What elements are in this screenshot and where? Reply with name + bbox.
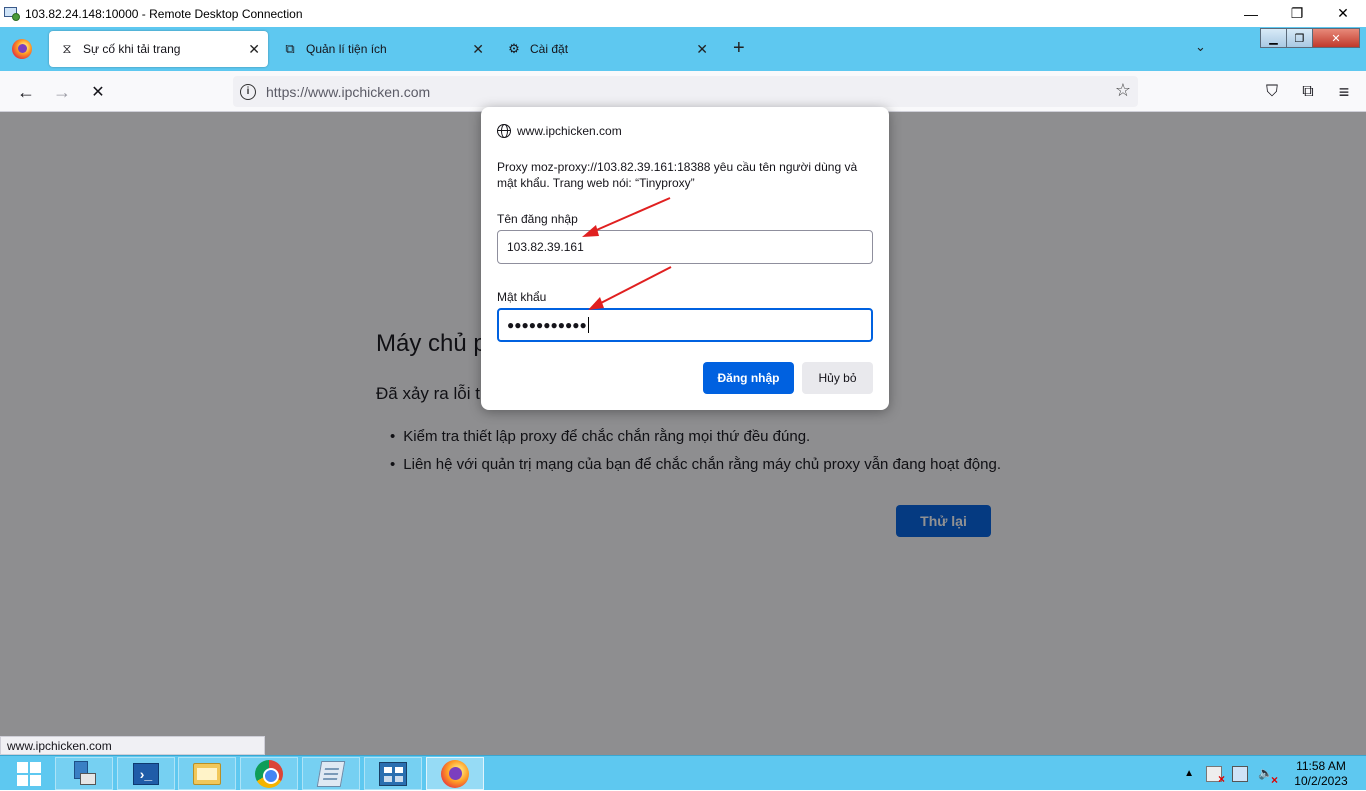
tab-label: Cài đặt bbox=[530, 42, 569, 56]
guest-window-controls: ▁ ❐ ✕ bbox=[1260, 28, 1360, 48]
username-value: 103.82.39.161 bbox=[507, 240, 584, 254]
clock-time: 11:58 AM bbox=[1296, 758, 1346, 773]
text-caret bbox=[587, 317, 589, 333]
password-label: Mật khẩu bbox=[497, 290, 547, 304]
windows-logo-icon bbox=[17, 761, 41, 786]
cancel-button[interactable]: Hủy bỏ bbox=[802, 362, 873, 394]
tab-label: Sự cố khi tải trang bbox=[83, 42, 181, 56]
rdp-close-button[interactable]: ✕ bbox=[1320, 0, 1366, 27]
tab-close-icon[interactable]: ✕ bbox=[696, 41, 708, 58]
tab-close-icon[interactable]: ✕ bbox=[248, 41, 260, 58]
taskbar-control-panel[interactable] bbox=[364, 757, 422, 790]
menu-icon[interactable]: ≡ bbox=[1331, 79, 1357, 105]
folder-icon bbox=[193, 762, 221, 785]
tab-strip: ⧖ Sự cố khi tải trang ✕ ⧉ Quản lí tiện í… bbox=[0, 27, 1366, 71]
proxy-auth-dialog: www.ipchicken.com Proxy moz-proxy://103.… bbox=[481, 107, 889, 410]
navigation-toolbar: ← → ✕ i https://www.ipchicken.com ☆ ⛉ ⧉ … bbox=[0, 71, 1366, 112]
site-info-icon[interactable]: i bbox=[240, 83, 256, 100]
tab-close-icon[interactable]: ✕ bbox=[472, 41, 484, 58]
remote-desktop-icon bbox=[4, 6, 20, 21]
firefox-icon bbox=[441, 759, 469, 788]
new-tab-button[interactable]: + bbox=[733, 37, 745, 60]
username-label: Tên đăng nhập bbox=[497, 212, 578, 226]
system-tray: ▲ 11:58 AM 10/2/2023 bbox=[1184, 756, 1366, 791]
status-link-preview: www.ipchicken.com bbox=[0, 736, 265, 755]
dialog-host: www.ipchicken.com bbox=[497, 124, 622, 138]
taskbar-server-manager[interactable] bbox=[55, 757, 113, 790]
firefox-view-icon[interactable] bbox=[12, 39, 32, 59]
powershell-icon: ›_ bbox=[133, 762, 159, 785]
guest-minimize-button[interactable]: ▁ bbox=[1261, 29, 1287, 47]
volume-muted-icon[interactable] bbox=[1258, 766, 1278, 787]
taskbar-file-explorer[interactable] bbox=[178, 757, 236, 790]
pocket-icon[interactable]: ⛉ bbox=[1259, 79, 1285, 105]
chrome-icon bbox=[255, 759, 283, 788]
server-manager-icon bbox=[72, 760, 96, 787]
dialog-message: Proxy moz-proxy://103.82.39.161:18388 yê… bbox=[497, 160, 858, 190]
taskbar: ›_ ▲ 11:58 AM 10/2/2023 bbox=[0, 755, 1366, 790]
notepad-icon bbox=[316, 760, 346, 787]
password-masked-value: ●●●●●●●●●●● bbox=[507, 318, 587, 332]
tab-addons-manager[interactable]: ⧉ Quản lí tiện ích ✕ bbox=[274, 31, 492, 67]
taskbar-chrome[interactable] bbox=[240, 757, 298, 790]
username-input[interactable]: 103.82.39.161 bbox=[497, 230, 873, 264]
network-icon[interactable] bbox=[1232, 765, 1248, 782]
control-panel-icon bbox=[379, 761, 407, 786]
url-text[interactable]: https://www.ipchicken.com bbox=[266, 84, 430, 100]
window-title: 103.82.24.148:10000 - Remote Desktop Con… bbox=[25, 6, 303, 21]
puzzle-icon: ⧉ bbox=[285, 41, 295, 56]
rdp-minimize-button[interactable]: — bbox=[1228, 0, 1274, 27]
globe-icon bbox=[497, 124, 511, 138]
guest-close-button[interactable]: ✕ bbox=[1313, 29, 1359, 47]
taskbar-powershell[interactable]: ›_ bbox=[117, 757, 175, 790]
tab-load-problem[interactable]: ⧖ Sự cố khi tải trang ✕ bbox=[49, 31, 268, 67]
list-all-tabs-button[interactable]: ⌄ bbox=[1195, 39, 1206, 55]
guest-restore-button[interactable]: ❐ bbox=[1287, 29, 1313, 47]
back-button[interactable]: ← bbox=[13, 79, 39, 105]
clock-date: 10/2/2023 bbox=[1294, 773, 1348, 788]
dialog-host-label: www.ipchicken.com bbox=[517, 124, 622, 138]
clock[interactable]: 11:58 AM 10/2/2023 bbox=[1284, 759, 1358, 789]
url-bar[interactable]: i https://www.ipchicken.com ☆ bbox=[233, 76, 1138, 107]
login-button[interactable]: Đăng nhập bbox=[703, 362, 794, 394]
rdp-titlebar: 103.82.24.148:10000 - Remote Desktop Con… bbox=[0, 0, 1366, 27]
action-center-icon[interactable] bbox=[1206, 765, 1225, 786]
bookmark-star-icon[interactable]: ☆ bbox=[1115, 80, 1131, 101]
show-hidden-icons-button[interactable]: ▲ bbox=[1184, 768, 1194, 779]
tab-label: Quản lí tiện ích bbox=[306, 42, 387, 56]
tab-settings[interactable]: ⚙ Cài đặt ✕ bbox=[498, 31, 716, 67]
hourglass-icon: ⧖ bbox=[62, 41, 72, 56]
rdp-restore-button[interactable]: ❐ bbox=[1274, 0, 1320, 27]
taskbar-firefox[interactable] bbox=[426, 757, 484, 790]
taskbar-notepad[interactable] bbox=[302, 757, 360, 790]
start-button[interactable] bbox=[0, 757, 58, 790]
forward-button[interactable]: → bbox=[49, 79, 75, 105]
stop-button[interactable]: ✕ bbox=[85, 79, 111, 105]
password-input[interactable]: ●●●●●●●●●●● bbox=[497, 308, 873, 342]
gear-icon: ⚙ bbox=[508, 41, 520, 56]
extensions-icon[interactable]: ⧉ bbox=[1295, 79, 1321, 105]
